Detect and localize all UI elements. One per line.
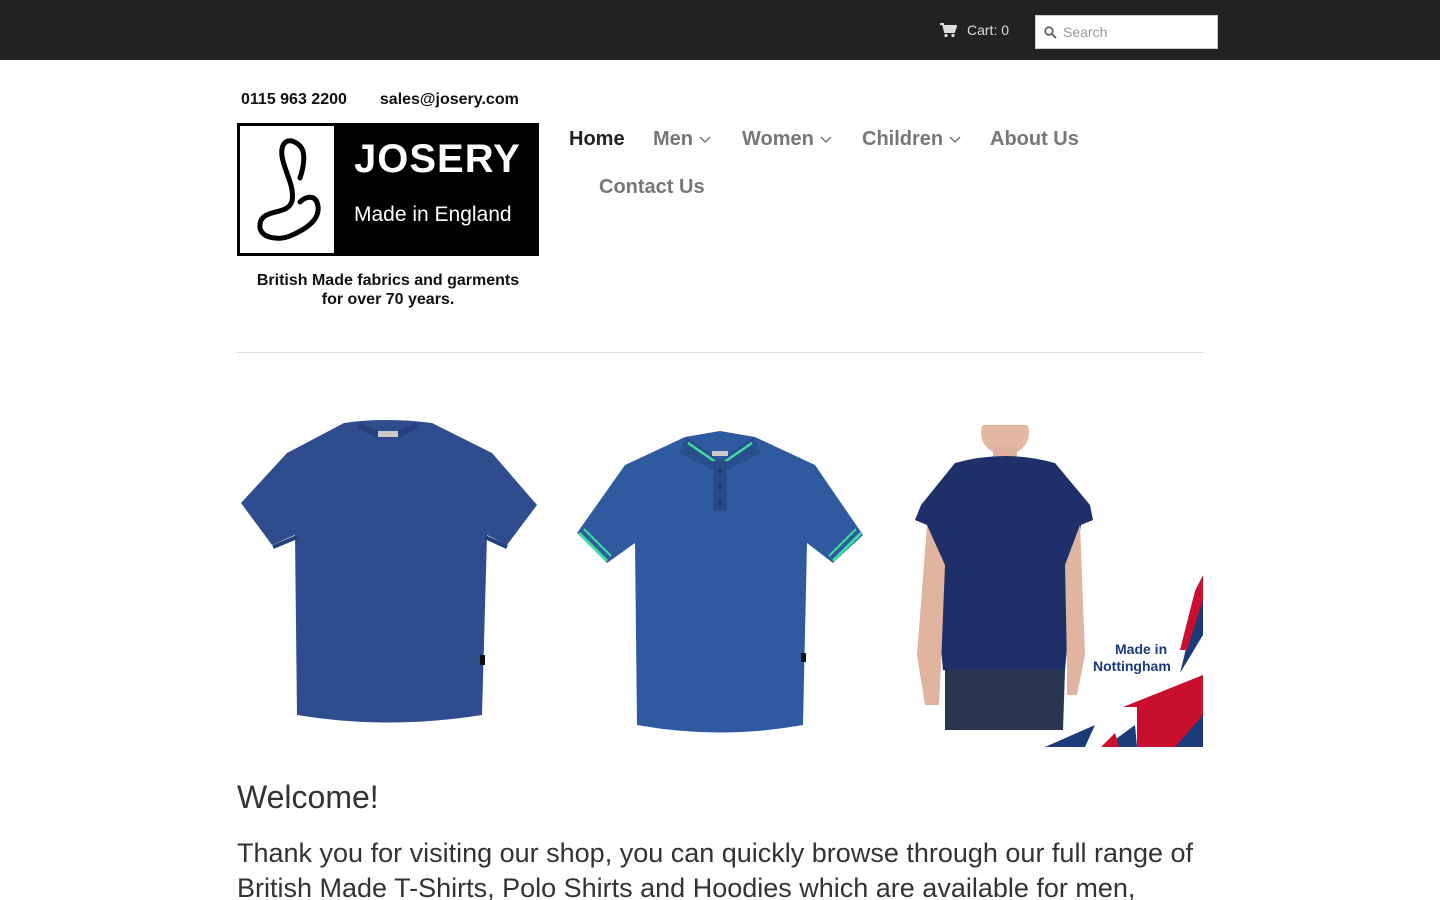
cart-label: Cart: 0 — [967, 22, 1010, 38]
chevron-down-icon — [820, 135, 832, 143]
cart-link[interactable]: Cart: 0 — [940, 20, 1009, 40]
nav-contact-us-label: Contact Us — [599, 176, 705, 198]
tagline-line-1: British Made fabrics and garments — [256, 272, 520, 289]
nav-home[interactable]: Home — [569, 128, 625, 151]
welcome-heading: Welcome! — [237, 779, 379, 815]
nav-home-label: Home — [569, 128, 625, 150]
nav-women[interactable]: Women — [742, 128, 832, 151]
nav-contact-us[interactable]: Contact Us — [599, 176, 705, 199]
product-image-model[interactable]: Made in Nottingham — [905, 411, 1203, 747]
nav-about-us[interactable]: About Us — [990, 128, 1079, 151]
email-address: sales@josery.com — [379, 91, 519, 108]
tagline-line-2: for over 70 years. — [321, 291, 455, 308]
nav-men-label: Men — [653, 128, 693, 150]
tagline: British Made fabrics and garments for ov… — [237, 271, 539, 309]
chevron-down-icon — [949, 135, 961, 143]
search-icon — [1044, 25, 1057, 39]
chevron-down-icon — [699, 135, 711, 143]
logo-swirl-icon — [257, 138, 321, 241]
logo-subtitle: Made in England — [354, 203, 512, 226]
nav-children-label: Children — [862, 128, 944, 150]
header-divider — [237, 352, 1203, 353]
product-image-tshirt[interactable] — [237, 415, 542, 735]
nav-men[interactable]: Men — [653, 128, 711, 151]
logo-mark — [240, 126, 334, 253]
phone-number: 0115 963 2200 — [241, 91, 347, 108]
nav-children[interactable]: Children — [862, 128, 961, 151]
top-bar: Cart: 0 — [0, 0, 1440, 60]
polo-shirt-image — [577, 431, 863, 733]
search-input[interactable] — [1063, 24, 1203, 40]
nav-women-label: Women — [742, 128, 814, 150]
search-box[interactable] — [1035, 15, 1218, 49]
site-logo[interactable]: JOSERY Made in England — [237, 123, 539, 256]
logo-name: JOSERY — [354, 137, 521, 181]
tshirt-image — [241, 420, 537, 723]
intro-text: Thank you for visiting our shop, you can… — [237, 838, 1194, 900]
nav-about-us-label: About Us — [990, 128, 1079, 150]
badge-nottingham: Nottingham — [1093, 658, 1171, 674]
contact-line: 0115 963 2200 sales@josery.com — [241, 91, 519, 109]
shopping-cart-icon — [940, 22, 957, 37]
product-image-polo[interactable] — [575, 425, 865, 740]
badge-made-in: Made in — [1115, 641, 1167, 657]
model-tshirt-image: Made in Nottingham — [915, 411, 1203, 747]
